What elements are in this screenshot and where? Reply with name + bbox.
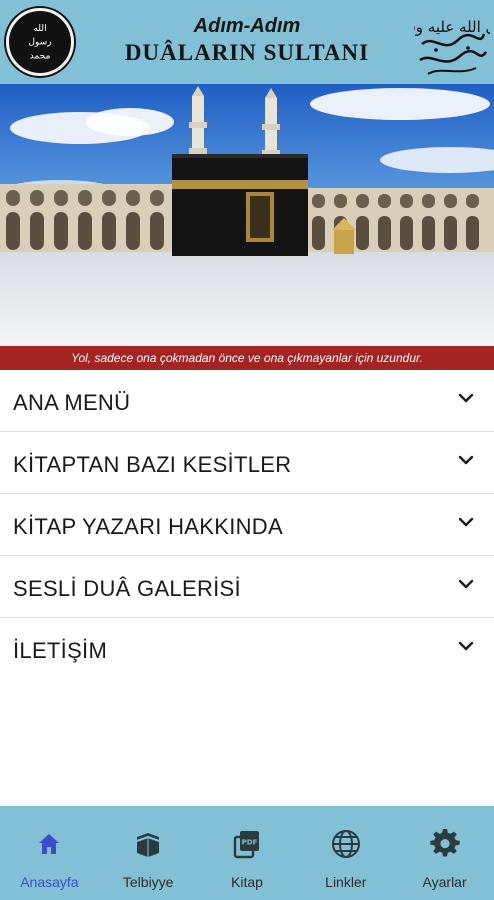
seal-line-1: الله: [33, 24, 46, 34]
app-subtitle: Adım-Adım: [193, 15, 301, 37]
banner-carousel[interactable]: [0, 84, 494, 346]
kaaba-icon: [136, 833, 160, 857]
kaaba-photo: [0, 84, 494, 346]
pdf-icon: PDF: [233, 831, 259, 859]
menu-item-label: KİTAPTAN BAZI KESİTLER: [13, 452, 292, 477]
menu-item-sesli-dua-galerisi[interactable]: SESLİ DUÂ GALERİSİ: [0, 556, 494, 618]
seal-logo: الله رسول محمد: [6, 8, 74, 76]
menu-item-label: KİTAP YAZARI HAKKINDA: [13, 514, 283, 539]
nav-label: Telbiyye: [122, 874, 174, 890]
menu-item-label: İLETİŞİM: [13, 638, 108, 663]
menu-item-label: ANA MENÜ: [13, 390, 131, 415]
nav-label: Ayarlar: [422, 874, 467, 890]
seal-line-3: محمد: [30, 51, 51, 61]
calligraphy-text: صلى الله عليه وسلم: [414, 18, 490, 36]
home-icon: [39, 834, 60, 854]
bottom-navigation: Anasayfa Telbiyye PDF Kitap Linkler Ayar…: [0, 806, 494, 900]
title-block: Adım-Adım DUÂLARIN SULTANI: [80, 14, 414, 68]
calligraphy-logo: صلى الله عليه وسلم: [414, 18, 490, 75]
nav-telbiyye[interactable]: Telbiyye: [99, 806, 198, 900]
nav-linkler[interactable]: Linkler: [296, 806, 395, 900]
nav-label: Linkler: [325, 874, 367, 890]
app-title: DUÂLARIN SULTANI: [124, 40, 370, 65]
nav-ayarlar[interactable]: Ayarlar: [395, 806, 494, 900]
app-header: الله رسول محمد Adım-Adım DUÂLARIN SULTAN…: [0, 0, 494, 84]
menu-item-ana-menu[interactable]: ANA MENÜ: [0, 370, 494, 432]
quote-banner: Yol, sadece ona çokmadan önce ve ona çık…: [0, 346, 494, 370]
seal-line-2: رسول: [28, 38, 51, 48]
nav-anasayfa[interactable]: Anasayfa: [0, 806, 99, 900]
menu-item-kitaptan-bazi-kesitler[interactable]: KİTAPTAN BAZI KESİTLER: [0, 432, 494, 494]
chevron-down-icon: [458, 455, 474, 465]
accordion-menu: ANA MENÜ KİTAPTAN BAZI KESİTLER KİTAP YA…: [0, 370, 494, 680]
svg-text:PDF: PDF: [242, 839, 258, 847]
menu-item-iletisim[interactable]: İLETİŞİM: [0, 618, 494, 680]
menu-item-kitap-yazari-hakkinda[interactable]: KİTAP YAZARI HAKKINDA: [0, 494, 494, 556]
nav-label: Kitap: [231, 874, 263, 890]
chevron-down-icon: [458, 579, 474, 589]
chevron-down-icon: [458, 517, 474, 527]
globe-icon: [331, 830, 360, 858]
nav-label: Anasayfa: [20, 874, 79, 890]
gear-icon: [429, 828, 460, 857]
chevron-down-icon: [458, 393, 474, 403]
menu-item-label: SESLİ DUÂ GALERİSİ: [13, 576, 241, 601]
nav-kitap[interactable]: PDF Kitap: [198, 806, 297, 900]
chevron-down-icon: [458, 641, 474, 651]
seal-logo-graphic: الله رسول محمد: [12, 14, 68, 70]
